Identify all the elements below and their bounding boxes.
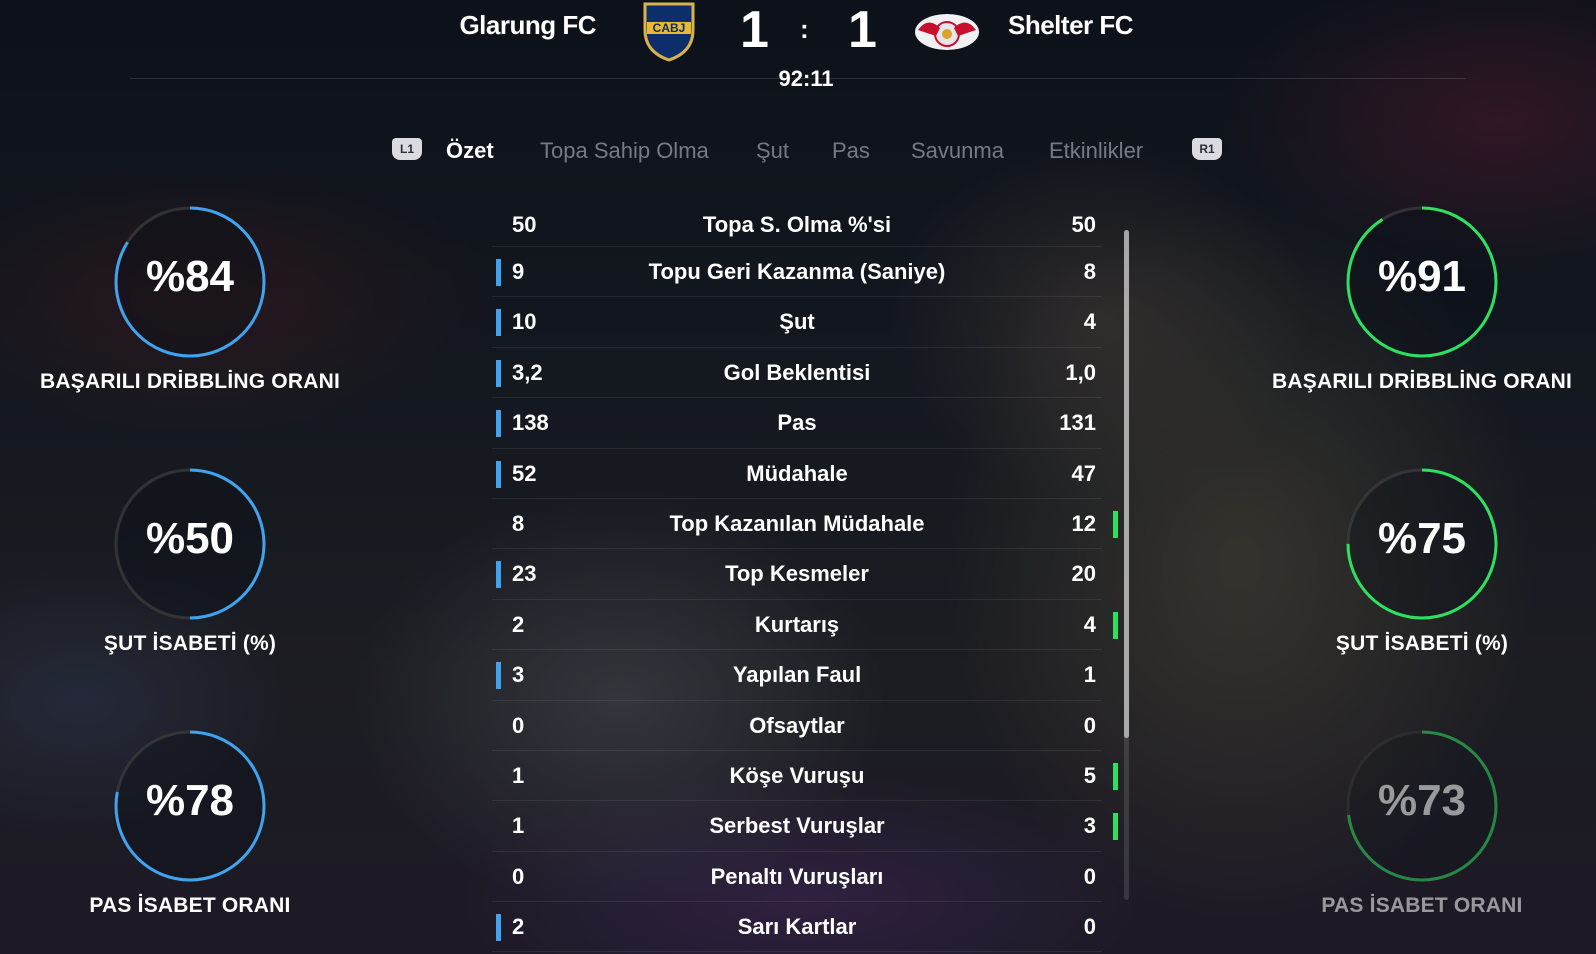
- tab-ozet[interactable]: Özet: [446, 138, 494, 164]
- away-dribble-stat: %91 BAŞARILI DRİBBLİNG ORANI: [1272, 204, 1572, 394]
- match-clock: 92:11: [778, 66, 834, 91]
- home-shot-accuracy-label: ŞUT İSABETİ (%): [103, 632, 277, 655]
- stats-tabs: L1 Özet Topa Sahip Olma Şut Pas Savunma …: [0, 132, 1596, 172]
- away-shot-accuracy-value: %75: [1377, 514, 1467, 563]
- scrollbar-thumb[interactable]: [1124, 230, 1129, 738]
- away-stat-value: 50: [1071, 212, 1096, 237]
- away-dribble-label: BAŞARILI DRİBBLİNG ORANI: [1272, 370, 1572, 393]
- stat-row: 2 Sarı Kartlar 0: [492, 902, 1102, 953]
- home-dribble-stat: %84 BAŞARILI DRİBBLİNG ORANI: [40, 204, 340, 394]
- away-team-crest: [915, 14, 979, 50]
- stat-label: Müdahale: [746, 460, 848, 486]
- away-lead-indicator: [1113, 813, 1118, 841]
- stat-label: Serbest Vuruşlar: [709, 813, 885, 839]
- stat-label: Topu Geri Kazanma (Saniye): [648, 259, 946, 284]
- away-pass-accuracy-stat: %73 PAS İSABET ORANI: [1272, 728, 1572, 918]
- home-dribble-label: BAŞARILI DRİBBLİNG ORANI: [40, 370, 340, 393]
- away-shot-accuracy-label: ŞUT İSABETİ (%): [1335, 632, 1509, 655]
- progress-ring: %75: [1344, 466, 1500, 622]
- away-team-name: Shelter FC: [1008, 10, 1134, 40]
- stat-label: Top Kesmeler: [725, 561, 869, 587]
- away-stat-value: 4: [1083, 309, 1096, 335]
- stat-row: 0 Penaltı Vuruşları 0: [492, 852, 1102, 903]
- away-stat-value: 20: [1071, 561, 1096, 587]
- score-separator: :: [800, 14, 809, 44]
- tab-etkinlikler[interactable]: Etkinlikler: [1049, 138, 1143, 164]
- away-stat-value: 47: [1071, 460, 1096, 486]
- stat-label: Topa S. Olma %'si: [702, 212, 892, 237]
- stat-label: Kurtarış: [754, 611, 840, 637]
- away-stat-value: 131: [1059, 410, 1096, 436]
- away-lead-indicator: [1113, 510, 1118, 538]
- progress-ring: %78: [112, 728, 268, 884]
- stat-label: Köşe Vuruşu: [729, 762, 865, 788]
- away-stat-value: 1,0: [1065, 359, 1096, 385]
- match-stats-table: 50 Topa S. Olma %'si 50 9 Topu Geri Kazanma …: [492, 200, 1118, 953]
- tab-topa-sahip-olma[interactable]: Topa Sahip Olma: [540, 138, 709, 164]
- tab-sut[interactable]: Şut: [756, 138, 789, 164]
- away-stat-value: 3: [1083, 813, 1096, 839]
- stat-row: 0 Ofsaytlar 0: [492, 701, 1102, 751]
- stat-row: 138 Pas 131: [492, 398, 1102, 449]
- away-lead-indicator: [1113, 762, 1118, 790]
- stat-label: Gol Beklentisi: [723, 359, 871, 385]
- stat-label: Pas: [777, 410, 817, 436]
- home-score: 1: [740, 1, 769, 59]
- stat-row: 23 Top Kesmeler 20: [492, 549, 1102, 600]
- stat-row: 3 Yapılan Faul 1: [492, 650, 1102, 701]
- away-stat-value: 1: [1083, 662, 1096, 688]
- stat-label: Top Kazanılan Müdahale: [669, 510, 925, 536]
- tab-pas[interactable]: Pas: [832, 138, 870, 164]
- progress-ring: %91: [1344, 204, 1500, 360]
- stat-row: 3,2 Gol Beklentisi 1,0: [492, 348, 1102, 399]
- away-stat-value: 8: [1083, 259, 1096, 284]
- progress-ring: %73: [1344, 728, 1500, 884]
- tab-savunma[interactable]: Savunma: [911, 138, 1004, 164]
- stat-label: Yapılan Faul: [732, 662, 862, 688]
- stat-row: 9 Topu Geri Kazanma (Saniye) 8: [492, 247, 1102, 298]
- away-stat-value: 0: [1083, 712, 1096, 738]
- away-pass-accuracy-label: PAS İSABET ORANI: [1321, 894, 1523, 917]
- r1-button-icon[interactable]: R1: [1192, 138, 1222, 160]
- stat-row: 10 Şut 4: [492, 297, 1102, 348]
- away-score: 1: [848, 1, 877, 59]
- stat-row: 1 Köşe Vuruşu 5: [492, 751, 1118, 802]
- progress-ring: %50: [112, 466, 268, 622]
- away-stat-value: 0: [1083, 863, 1096, 889]
- stat-label: Sarı Kartlar: [737, 914, 857, 940]
- crest-text: CABJ: [653, 21, 686, 35]
- away-lead-indicator: [1113, 611, 1118, 639]
- home-shot-accuracy-stat: %50 ŞUT İSABETİ (%): [40, 466, 340, 656]
- l1-button-icon[interactable]: L1: [392, 138, 422, 160]
- away-stat-value: 0: [1083, 914, 1096, 940]
- stat-row: 8 Top Kazanılan Müdahale 12: [492, 499, 1118, 550]
- stat-label: Şut: [779, 309, 815, 335]
- stat-row: 1 Serbest Vuruşlar 3: [492, 801, 1118, 852]
- home-shot-accuracy-value: %50: [145, 514, 235, 563]
- home-team-crest: CABJ: [643, 2, 695, 62]
- stat-row: 50 Topa S. Olma %'si 50: [492, 200, 1102, 247]
- away-stat-value: 5: [1083, 762, 1096, 788]
- progress-ring: %84: [112, 204, 268, 360]
- away-dribble-value: %91: [1377, 252, 1467, 301]
- home-pass-accuracy-label: PAS İSABET ORANI: [89, 894, 291, 917]
- away-stat-value: 4: [1083, 611, 1096, 637]
- stat-row: 2 Kurtarış 4: [492, 600, 1118, 651]
- away-shot-accuracy-stat: %75 ŞUT İSABETİ (%): [1272, 466, 1572, 656]
- away-pass-accuracy-value: %73: [1377, 776, 1467, 825]
- home-pass-accuracy-stat: %78 PAS İSABET ORANI: [40, 728, 340, 918]
- stat-label: Penaltı Vuruşları: [710, 863, 884, 889]
- home-dribble-value: %84: [145, 252, 235, 301]
- stat-row: 52 Müdahale 47: [492, 449, 1102, 499]
- home-pass-accuracy-value: %78: [145, 776, 235, 825]
- stat-label: Ofsaytlar: [749, 712, 845, 738]
- away-stat-value: 12: [1071, 510, 1096, 536]
- home-team-name: Glarung FC: [459, 10, 596, 40]
